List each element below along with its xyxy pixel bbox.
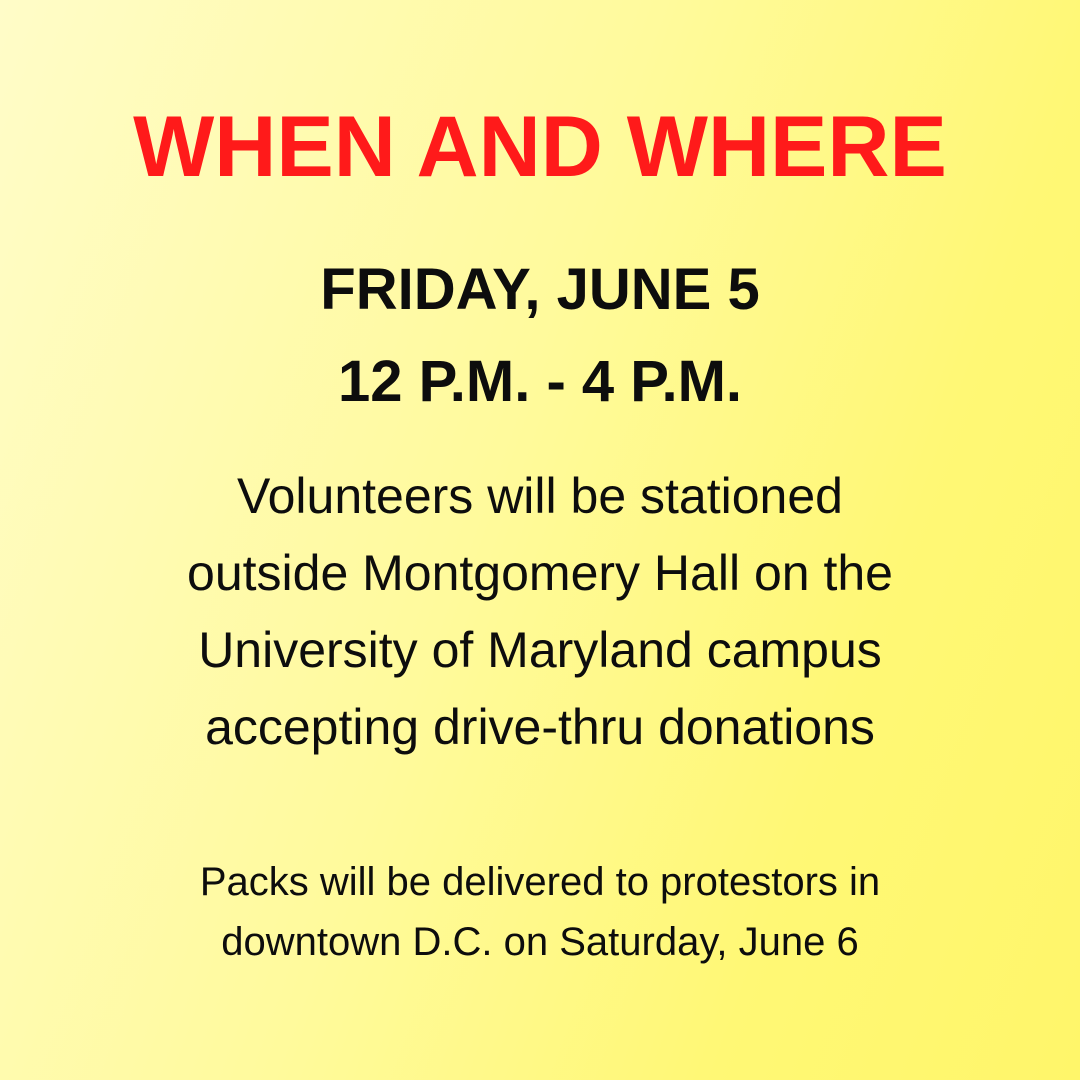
- event-info-graphic: WHEN AND WHERE FRIDAY, JUNE 5 12 P.M. - …: [0, 0, 1080, 1080]
- location-line: accepting drive-thru donations: [205, 699, 875, 755]
- event-date: FRIDAY, JUNE 5: [320, 257, 760, 322]
- location-line: University of Maryland campus: [198, 622, 882, 678]
- delivery-note: Packs will be delivered to protestors in…: [0, 852, 1080, 972]
- heading-when-and-where: WHEN AND WHERE: [133, 99, 947, 195]
- delivery-line: Packs will be delivered to protestors in: [199, 860, 881, 904]
- location-line: outside Montgomery Hall on the: [187, 545, 893, 601]
- event-datetime: FRIDAY, JUNE 5 12 P.M. - 4 P.M.: [0, 244, 1080, 428]
- location-line: Volunteers will be stationed: [237, 468, 843, 524]
- event-time: 12 P.M. - 4 P.M.: [337, 349, 743, 414]
- delivery-line: downtown D.C. on Saturday, June 6: [221, 920, 859, 964]
- event-location-description: Volunteers will be stationed outside Mon…: [0, 458, 1080, 766]
